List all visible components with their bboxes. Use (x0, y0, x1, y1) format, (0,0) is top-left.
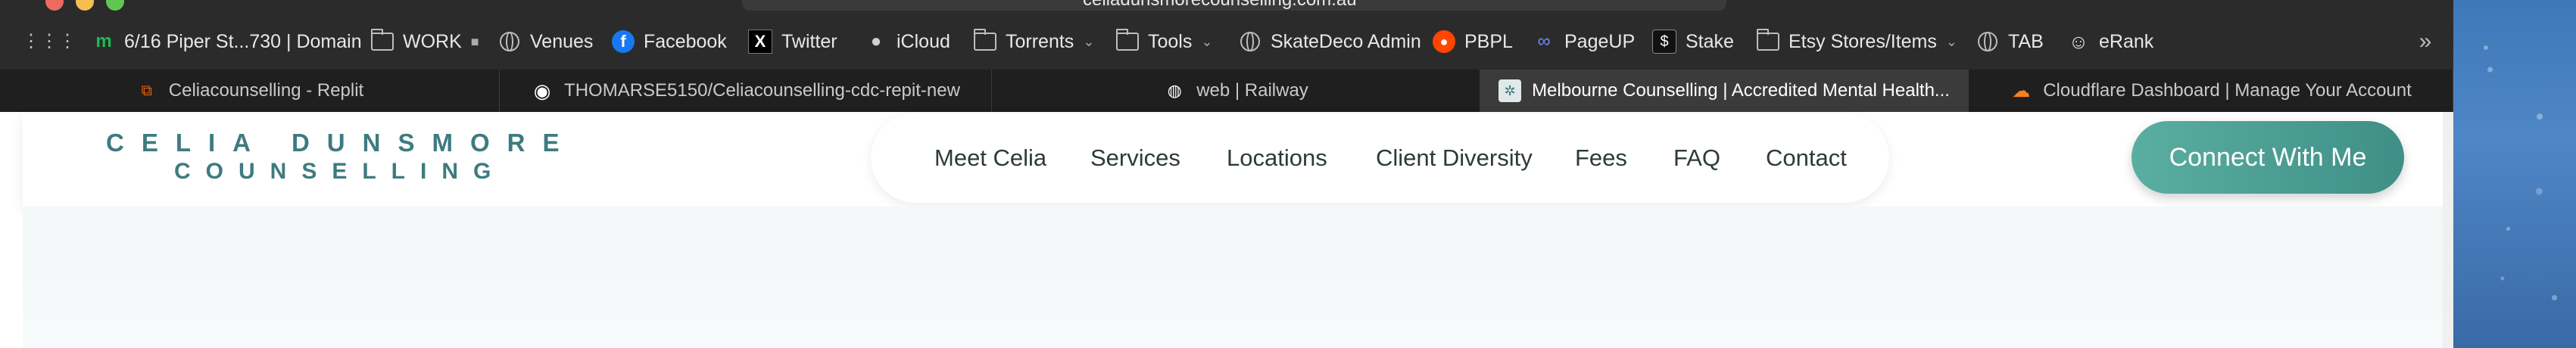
bookmarks-bar: ⋮⋮⋮ m 6/16 Piper St...730 | Domain WORK … (0, 14, 2453, 70)
main-nav: Meet Celia Services Locations Client Div… (871, 113, 1889, 203)
bookmark-domain[interactable]: m 6/16 Piper St...730 | Domain (92, 14, 362, 70)
wallpaper-speck (2552, 295, 2557, 300)
address-bar-url[interactable]: celiadunsmorecounselling.com.au (1083, 0, 1357, 11)
bookmark-icloud[interactable]: ● iCloud (865, 14, 950, 70)
tab-title: Celiacounselling - Replit (168, 80, 364, 101)
bookmark-pbpl[interactable]: ● PBPL (1433, 14, 1513, 70)
reddit-icon: ● (1433, 30, 1455, 53)
github-icon: ◉ (533, 79, 551, 102)
folder-icon (1116, 29, 1139, 53)
bookmark-label: PageUP (1564, 30, 1636, 52)
globe-icon (1976, 30, 1999, 53)
bookmark-label: Stake (1686, 30, 1734, 52)
browser-window: celiadunsmorecounselling.com.au ⋮⋮⋮ m 6/… (0, 0, 2453, 348)
apple-icon: ● (870, 31, 882, 51)
cloudflare-icon: ☁ (2012, 80, 2031, 101)
nav-client-diversity[interactable]: Client Diversity (1376, 113, 1533, 203)
folder-indicator-icon: ■ (470, 33, 479, 49)
web-page: CELIA DUNSMORE COUNSELLING Meet Celia Se… (23, 112, 2453, 348)
chevron-down-icon: ⌄ (1083, 33, 1095, 49)
title-bar: celiadunsmorecounselling.com.au (0, 0, 2453, 14)
tab-title: Cloudflare Dashboard | Manage Your Accou… (2043, 80, 2412, 101)
stake-icon: $ (1652, 30, 1676, 54)
nav-meet-celia[interactable]: Meet Celia (934, 113, 1046, 203)
logo-line-2[interactable]: COUNSELLING (174, 159, 506, 185)
tab-railway[interactable]: ◍ web | Railway (992, 70, 1480, 112)
bookmark-label: eRank (2099, 30, 2154, 52)
nav-services[interactable]: Services (1090, 113, 1180, 203)
chevron-down-icon: ⌄ (1945, 33, 1957, 49)
grid-icon: ⋮⋮⋮ (22, 31, 76, 51)
desktop-wallpaper (2453, 0, 2576, 348)
replit-icon: ⧉ (141, 82, 152, 99)
chevron-double-right-icon: » (2419, 29, 2432, 54)
facebook-icon: f (612, 30, 635, 53)
tab-title: THOMARSE5150/Celiacounselling-cdc-repit-… (564, 80, 960, 101)
nav-locations[interactable]: Locations (1227, 113, 1327, 203)
domain-icon: m (95, 31, 112, 51)
close-window-button[interactable] (45, 0, 64, 11)
wallpaper-speck (2484, 45, 2488, 50)
tab-replit[interactable]: ⧉ Celiacounselling - Replit (0, 70, 500, 112)
tab-title: web | Railway (1196, 80, 1308, 101)
nav-faq[interactable]: FAQ (1673, 113, 1720, 203)
tab-bar: ⧉ Celiacounselling - Replit ◉ THOMARSE51… (0, 70, 2453, 112)
minimize-window-button[interactable] (76, 0, 94, 11)
bookmark-skatedeco-admin[interactable]: SkateDeco Admin (1239, 14, 1421, 70)
tab-title: Melbourne Counselling | Accredited Menta… (1532, 80, 1950, 101)
site-header: CELIA DUNSMORE COUNSELLING Meet Celia Se… (23, 112, 2453, 207)
bookmark-pageup[interactable]: ∞ PageUP (1533, 14, 1635, 70)
bookmark-label: Facebook (644, 30, 727, 52)
bookmark-venues[interactable]: Venues (498, 14, 593, 70)
tab-github[interactable]: ◉ THOMARSE5150/Celiacounselling-cdc-repi… (500, 70, 992, 112)
bookmark-label: iCloud (897, 30, 950, 52)
wallpaper-speck (2506, 227, 2510, 231)
folder-icon (974, 29, 996, 53)
bookmark-etsy-stores[interactable]: Etsy Stores/Items ⌄ (1757, 14, 1957, 70)
smiley-icon: ☺ (2068, 30, 2089, 53)
nav-fees[interactable]: Fees (1575, 113, 1627, 203)
bookmark-label: Venues (530, 30, 594, 52)
logo-line-1[interactable]: CELIA DUNSMORE (106, 129, 576, 157)
pageup-icon: ∞ (1537, 31, 1551, 51)
tab-melbourne-counselling[interactable]: ✲ Melbourne Counselling | Accredited Men… (1480, 70, 1969, 112)
tab-cloudflare[interactable]: ☁ Cloudflare Dashboard | Manage Your Acc… (1969, 70, 2453, 112)
bookmark-work[interactable]: WORK ■ (371, 14, 479, 70)
bookmark-torrents[interactable]: Torrents ⌄ (974, 14, 1094, 70)
twitter-icon: X (748, 30, 772, 54)
folder-icon (371, 29, 394, 53)
bookmark-label: Tools (1148, 30, 1193, 52)
bookmark-twitter[interactable]: X Twitter (748, 14, 837, 70)
bookmark-label: Etsy Stores/Items (1789, 30, 1937, 52)
chevron-down-icon: ⌄ (1201, 33, 1213, 49)
wallpaper-speck (2537, 113, 2543, 120)
bookmark-stake[interactable]: $ Stake (1652, 14, 1734, 70)
bookmark-label: SkateDeco Admin (1271, 30, 1421, 52)
globe-icon (1239, 30, 1261, 53)
bookmark-label: Twitter (781, 30, 837, 52)
nav-contact[interactable]: Contact (1766, 113, 1847, 203)
bookmark-facebook[interactable]: f Facebook (612, 14, 727, 70)
folder-icon (1757, 29, 1779, 53)
bookmark-label: WORK (403, 30, 462, 52)
page-scrollbar[interactable] (2443, 112, 2453, 348)
bookmark-label: TAB (2008, 30, 2044, 52)
apps-grid-button[interactable]: ⋮⋮⋮ (22, 14, 76, 70)
more-bookmarks-button[interactable]: » (2414, 14, 2437, 70)
bookmark-tab[interactable]: TAB (1976, 14, 2044, 70)
bookmark-label: Torrents (1006, 30, 1074, 52)
railway-icon: ◍ (1167, 81, 1182, 100)
bookmark-tools[interactable]: Tools ⌄ (1116, 14, 1212, 70)
hero-section (23, 207, 2453, 348)
site-favicon: ✲ (1499, 79, 1522, 102)
bookmark-erank[interactable]: ☺ eRank (2067, 14, 2154, 70)
globe-icon (498, 30, 521, 53)
fullscreen-window-button[interactable] (106, 0, 124, 11)
bookmark-label: PBPL (1464, 30, 1513, 52)
connect-with-me-button[interactable]: Connect With Me (2132, 121, 2404, 194)
bookmark-label: 6/16 Piper St...730 | Domain (124, 30, 362, 52)
